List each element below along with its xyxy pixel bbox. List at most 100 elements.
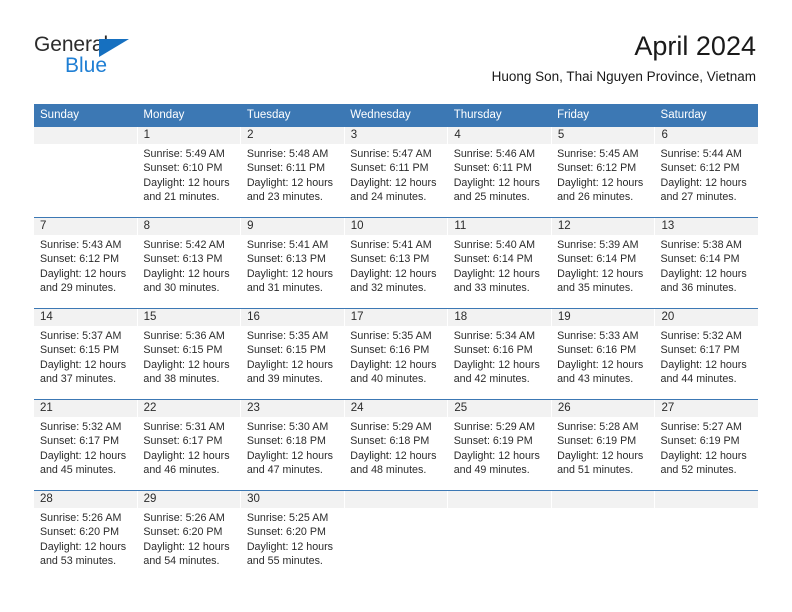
day-cell[interactable]: Sunrise: 5:47 AM Sunset: 6:11 PM Dayligh… (344, 144, 447, 217)
calendar-week: 1 2 3 4 5 6 Sunrise: 5:49 AM Sunset: 6:1… (34, 126, 758, 217)
day-cell[interactable]: Sunrise: 5:33 AM Sunset: 6:16 PM Dayligh… (551, 326, 654, 399)
day-number[interactable]: 15 (136, 309, 241, 326)
day-cell[interactable]: Sunrise: 5:39 AM Sunset: 6:14 PM Dayligh… (551, 235, 654, 308)
daylight-text-1: Daylight: 12 hours (453, 449, 540, 462)
day-cell[interactable]: Sunrise: 5:48 AM Sunset: 6:11 PM Dayligh… (241, 144, 344, 217)
day-cell[interactable]: Sunrise: 5:38 AM Sunset: 6:14 PM Dayligh… (655, 235, 758, 308)
day-cell[interactable]: Sunrise: 5:44 AM Sunset: 6:12 PM Dayligh… (655, 144, 758, 217)
sunrise-text: Sunrise: 5:48 AM (246, 148, 329, 160)
day-cell[interactable] (34, 144, 137, 217)
day-number[interactable]: 30 (240, 491, 344, 508)
sunset-text: Sunset: 6:19 PM (557, 435, 637, 448)
day-cell[interactable]: Sunrise: 5:42 AM Sunset: 6:13 PM Dayligh… (137, 235, 240, 308)
day-number[interactable] (654, 491, 758, 508)
day-number[interactable] (343, 491, 448, 508)
day-cell[interactable]: Sunrise: 5:41 AM Sunset: 6:13 PM Dayligh… (344, 235, 447, 308)
day-cell[interactable]: Sunrise: 5:35 AM Sunset: 6:16 PM Dayligh… (344, 326, 447, 399)
day-cell[interactable]: Sunrise: 5:29 AM Sunset: 6:19 PM Dayligh… (448, 417, 551, 490)
daylight-text-1: Daylight: 12 hours (246, 176, 333, 189)
sunset-text: Sunset: 6:13 PM (350, 253, 430, 266)
sunrise-text: Sunrise: 5:43 AM (40, 239, 122, 251)
daylight-text-2: and 26 minutes. (557, 191, 634, 204)
page-title: April 2024 (634, 31, 756, 61)
daylight-text-2: and 27 minutes. (660, 191, 737, 204)
general-blue-logo[interactable]: General Blue (34, 34, 214, 82)
weekday-header-row: Sunday Monday Tuesday Wednesday Thursday… (34, 104, 758, 126)
day-cell[interactable] (448, 508, 551, 581)
day-cell[interactable]: Sunrise: 5:30 AM Sunset: 6:18 PM Dayligh… (241, 417, 344, 490)
day-cell[interactable]: Sunrise: 5:40 AM Sunset: 6:14 PM Dayligh… (448, 235, 551, 308)
day-number[interactable]: 2 (240, 127, 344, 144)
daylight-text-2: and 44 minutes. (660, 373, 737, 386)
day-cell[interactable]: Sunrise: 5:49 AM Sunset: 6:10 PM Dayligh… (137, 144, 240, 217)
day-number[interactable]: 8 (136, 218, 241, 235)
day-number[interactable]: 7 (34, 218, 137, 235)
day-number[interactable]: 10 (343, 218, 448, 235)
day-number[interactable]: 3 (343, 127, 448, 144)
sunset-text: Sunset: 6:16 PM (557, 344, 637, 357)
day-number[interactable]: 13 (654, 218, 758, 235)
day-cell[interactable]: Sunrise: 5:31 AM Sunset: 6:17 PM Dayligh… (137, 417, 240, 490)
day-number[interactable]: 28 (34, 491, 137, 508)
day-number[interactable]: 29 (136, 491, 241, 508)
sunset-text: Sunset: 6:19 PM (660, 435, 740, 448)
day-number[interactable]: 18 (447, 309, 551, 326)
daylight-text-2: and 48 minutes. (350, 464, 427, 477)
sunrise-text: Sunrise: 5:44 AM (660, 148, 742, 160)
day-cell[interactable]: Sunrise: 5:34 AM Sunset: 6:16 PM Dayligh… (448, 326, 551, 399)
day-number[interactable]: 26 (550, 400, 655, 417)
day-cell[interactable]: Sunrise: 5:32 AM Sunset: 6:17 PM Dayligh… (34, 417, 137, 490)
sunrise-text: Sunrise: 5:25 AM (246, 512, 329, 524)
day-cell[interactable]: Sunrise: 5:27 AM Sunset: 6:19 PM Dayligh… (655, 417, 758, 490)
weekday-tuesday: Tuesday (246, 109, 291, 121)
day-number[interactable]: 25 (447, 400, 551, 417)
day-number[interactable]: 11 (447, 218, 551, 235)
daylight-text-2: and 24 minutes. (350, 191, 427, 204)
day-number[interactable]: 21 (34, 400, 137, 417)
day-cell[interactable]: Sunrise: 5:29 AM Sunset: 6:18 PM Dayligh… (344, 417, 447, 490)
daylight-text-1: Daylight: 12 hours (143, 267, 230, 280)
day-cell[interactable]: Sunrise: 5:25 AM Sunset: 6:20 PM Dayligh… (241, 508, 344, 581)
day-number[interactable]: 16 (240, 309, 344, 326)
day-cell[interactable]: Sunrise: 5:46 AM Sunset: 6:11 PM Dayligh… (448, 144, 551, 217)
day-cell[interactable]: Sunrise: 5:26 AM Sunset: 6:20 PM Dayligh… (34, 508, 137, 581)
day-number[interactable]: 24 (343, 400, 448, 417)
day-cell[interactable]: Sunrise: 5:32 AM Sunset: 6:17 PM Dayligh… (655, 326, 758, 399)
day-cell[interactable]: Sunrise: 5:28 AM Sunset: 6:19 PM Dayligh… (551, 417, 654, 490)
day-cell[interactable]: Sunrise: 5:36 AM Sunset: 6:15 PM Dayligh… (137, 326, 240, 399)
day-cell[interactable] (344, 508, 447, 581)
day-cell[interactable]: Sunrise: 5:41 AM Sunset: 6:13 PM Dayligh… (241, 235, 344, 308)
day-number[interactable]: 9 (240, 218, 344, 235)
day-cell[interactable]: Sunrise: 5:37 AM Sunset: 6:15 PM Dayligh… (34, 326, 137, 399)
day-cell[interactable]: Sunrise: 5:26 AM Sunset: 6:20 PM Dayligh… (137, 508, 240, 581)
daylight-text-2: and 31 minutes. (246, 282, 323, 295)
day-number[interactable]: 19 (550, 309, 655, 326)
sunrise-text: Sunrise: 5:35 AM (350, 330, 432, 342)
day-number[interactable]: 27 (654, 400, 758, 417)
daylight-text-1: Daylight: 12 hours (660, 358, 747, 371)
day-number[interactable] (550, 491, 655, 508)
day-number[interactable] (34, 127, 137, 144)
calendar-week: 7 8 9 10 11 12 13 Sunrise: 5:43 AM Sunse… (34, 217, 758, 308)
day-cell[interactable] (655, 508, 758, 581)
sunrise-text: Sunrise: 5:33 AM (557, 330, 639, 342)
day-number[interactable]: 1 (136, 127, 241, 144)
day-number[interactable]: 23 (240, 400, 344, 417)
day-cell[interactable]: Sunrise: 5:45 AM Sunset: 6:12 PM Dayligh… (551, 144, 654, 217)
daylight-text-2: and 47 minutes. (246, 464, 323, 477)
day-cell[interactable]: Sunrise: 5:43 AM Sunset: 6:12 PM Dayligh… (34, 235, 137, 308)
day-number[interactable]: 22 (136, 400, 241, 417)
day-number[interactable] (447, 491, 551, 508)
day-number[interactable]: 5 (550, 127, 655, 144)
day-number[interactable]: 17 (343, 309, 448, 326)
sunset-text: Sunset: 6:13 PM (143, 253, 223, 266)
day-number[interactable]: 4 (447, 127, 551, 144)
title-block: April 2024 Huong Son, Thai Nguyen Provin… (492, 30, 756, 86)
day-number[interactable]: 12 (550, 218, 655, 235)
day-number[interactable]: 20 (654, 309, 758, 326)
day-number-row: 7 8 9 10 11 12 13 (34, 218, 758, 235)
day-number[interactable]: 14 (34, 309, 137, 326)
day-cell[interactable]: Sunrise: 5:35 AM Sunset: 6:15 PM Dayligh… (241, 326, 344, 399)
day-number[interactable]: 6 (654, 127, 758, 144)
day-cell[interactable] (551, 508, 654, 581)
